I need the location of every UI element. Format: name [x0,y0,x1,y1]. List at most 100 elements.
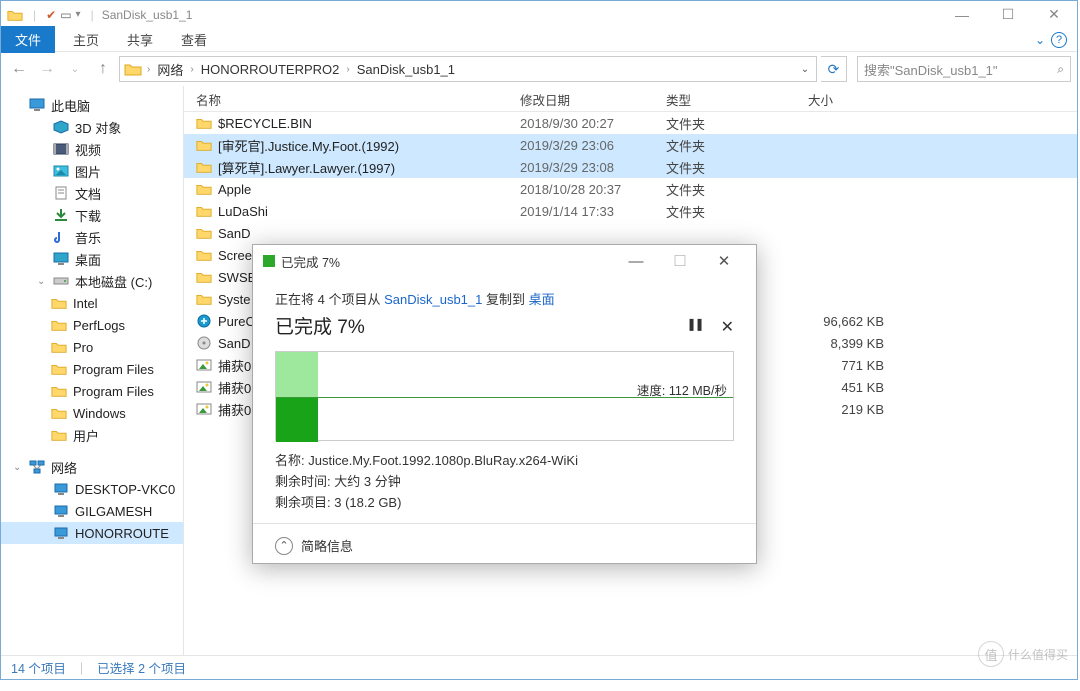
address-dropdown-icon[interactable]: ⌄ [796,64,814,75]
sidebar-item[interactable]: Windows [1,402,183,424]
window-controls: — ☐ ✕ [939,1,1077,28]
selection-count: 已选择 2 个项目 [97,658,186,677]
refresh-button[interactable]: ⟳ [821,56,847,82]
pause-button[interactable]: ❚❚ [686,317,702,337]
ribbon: 文件 主页 共享 查看 ⌄ ? [1,28,1077,52]
dest-link[interactable]: 桌面 [529,292,555,307]
up-button[interactable]: ↑ [91,57,115,81]
chevron-right-icon[interactable]: › [343,64,352,75]
recent-button[interactable]: ⌄ [63,57,87,81]
sidebar-item[interactable]: ⌄本地磁盘 (C:) [1,270,183,292]
ribbon-help: ⌄ ? [1035,32,1077,48]
file-tab[interactable]: 文件 [1,26,55,53]
sidebar-item[interactable]: 3D 对象 [1,116,183,138]
search-icon[interactable]: ⌕ [1057,62,1064,77]
dialog-minimize-button[interactable]: — [614,247,658,275]
sidebar-item-label: Intel [73,296,98,311]
source-link[interactable]: SanDisk_usb1_1 [384,292,482,307]
chevron-right-icon[interactable]: › [187,64,196,75]
sidebar-item[interactable]: 视频 [1,138,183,160]
copy-description: 正在将 4 个项目从 SanDisk_usb1_1 复制到 桌面 [275,289,734,308]
sidebar-item[interactable]: HONORROUTE [1,522,183,544]
file-row[interactable]: SanD [184,222,1077,244]
sidebar-item-label: PerfLogs [73,318,125,333]
col-date[interactable]: 修改日期 [508,90,654,109]
file-date: 2018/10/28 20:37 [508,182,654,197]
ribbon-expand-icon[interactable]: ⌄ [1035,33,1045,47]
sidebar-item[interactable]: 此电脑 [1,94,183,116]
sidebar-item[interactable]: 下载 [1,204,183,226]
sidebar-item-label: 此电脑 [51,96,90,115]
crumb-network[interactable]: 网络 [153,60,187,79]
sidebar-item[interactable]: 用户 [1,424,183,446]
nav-row: ← → ⌄ ↑ › 网络 › HONORROUTERPRO2 › SanDisk… [1,52,1077,86]
footer-label[interactable]: 简略信息 [301,536,353,555]
expand-icon[interactable]: ⌄ [13,462,23,473]
file-size: 96,662 KB [796,314,896,329]
chevron-right-icon[interactable]: › [144,64,153,75]
address-bar[interactable]: › 网络 › HONORROUTERPRO2 › SanDisk_usb1_1 … [119,56,817,82]
cancel-button[interactable]: ✕ [721,317,734,337]
expand-icon[interactable]: ⌄ [37,276,47,287]
minimize-button[interactable]: — [939,1,985,28]
quick-access-toolbar: | ✔ ▭ ▾ | [7,8,100,22]
sidebar-item-label: 图片 [75,162,101,181]
file-row[interactable]: [审死官].Justice.My.Foot.(1992)2019/3/29 23… [184,134,1077,156]
sidebar-item[interactable]: GILGAMESH [1,500,183,522]
sidebar-item-label: 视频 [75,140,101,159]
file-row[interactable]: LuDaShi2019/1/14 17:33文件夹 [184,200,1077,222]
dialog-close-button[interactable]: ✕ [702,247,746,275]
sidebar-item[interactable]: 音乐 [1,226,183,248]
qat-check-icon[interactable]: ✔ [46,8,56,22]
dialog-titlebar[interactable]: 已完成 7% — ☐ ✕ [253,245,756,277]
forward-button[interactable]: → [35,57,59,81]
sidebar-item-label: 桌面 [75,250,101,269]
sidebar-item[interactable]: 图片 [1,160,183,182]
folder-icon [51,428,67,442]
col-name[interactable]: 名称 [184,90,508,109]
sidebar-item[interactable]: PerfLogs [1,314,183,336]
disk-icon [196,336,212,350]
sidebar-item[interactable]: Pro [1,336,183,358]
view-tab[interactable]: 查看 [167,26,221,53]
sidebar-item-label: 文档 [75,184,101,203]
file-date: 2018/9/30 20:27 [508,116,654,131]
help-icon[interactable]: ? [1051,32,1067,48]
close-button[interactable]: ✕ [1031,1,1077,28]
sidebar-item[interactable]: 文档 [1,182,183,204]
folder-icon [196,182,212,196]
sidebar-item[interactable]: Program Files [1,380,183,402]
sidebar-item[interactable]: Intel [1,292,183,314]
file-type: 文件夹 [654,114,796,133]
nav-pane[interactable]: 此电脑 3D 对象视频图片文档下载音乐桌面⌄本地磁盘 (C:) Intel PerfL… [1,86,184,661]
file-size: 219 KB [796,402,896,417]
exe-icon [196,314,212,328]
home-tab[interactable]: 主页 [59,26,113,53]
file-row[interactable]: [算死草].Lawyer.Lawyer.(1997)2019/3/29 23:0… [184,156,1077,178]
collapse-icon[interactable]: ⌃ [275,537,293,555]
sidebar-item[interactable]: 桌面 [1,248,183,270]
sidebar-item[interactable]: Program Files [1,358,183,380]
file-name: SanD [218,336,251,351]
dialog-maximize-button[interactable]: ☐ [658,247,702,275]
maximize-button[interactable]: ☐ [985,1,1031,28]
music-icon [53,230,69,244]
sidebar-item-label: 3D 对象 [75,118,121,137]
sidebar-item[interactable]: ⌄网络 [1,456,183,478]
col-size[interactable]: 大小 [796,90,896,109]
sidebar-item[interactable]: DESKTOP-VKC0 [1,478,183,500]
crumb-router[interactable]: HONORROUTERPRO2 [197,62,344,77]
col-type[interactable]: 类型 [654,90,796,109]
crumb-sandisk[interactable]: SanDisk_usb1_1 [353,62,459,77]
sidebar-item-label: Windows [73,406,126,421]
qat-pin-icon[interactable]: ▭ [60,8,71,22]
column-headers[interactable]: 名称 修改日期 类型 大小 [184,86,1077,112]
sidebar-item-label: HONORROUTE [75,526,169,541]
qat-dropdown-icon[interactable]: ▾ [76,9,81,20]
search-input[interactable]: 搜索"SanDisk_usb1_1" ⌕ [857,56,1071,82]
file-row[interactable]: $RECYCLE.BIN2018/9/30 20:27文件夹 [184,112,1077,134]
file-row[interactable]: Apple2018/10/28 20:37文件夹 [184,178,1077,200]
back-button[interactable]: ← [7,57,31,81]
time-remaining: 大约 3 分钟 [334,474,400,489]
share-tab[interactable]: 共享 [113,26,167,53]
